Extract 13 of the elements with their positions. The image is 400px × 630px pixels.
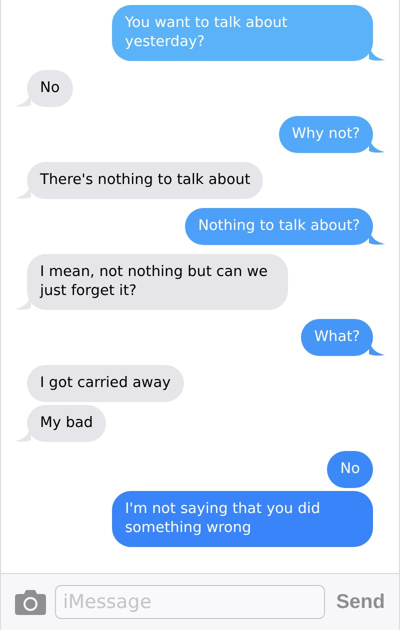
sent-message: Why not? — [278, 116, 373, 153]
received-message: No — [27, 70, 73, 107]
sent-message: What? — [301, 319, 373, 356]
sent-message: Nothing to talk about? — [185, 208, 373, 245]
sent-message: You want to talk about yesterday? — [112, 5, 373, 61]
sent-message: No — [327, 451, 373, 488]
received-message: My bad — [27, 405, 106, 442]
received-message: I got carried away — [27, 365, 184, 402]
received-message: I mean, not nothing but can we just forget it? — [27, 254, 288, 310]
send-button[interactable]: Send — [334, 590, 385, 614]
sent-message: I'm not saying that you did something wrong — [112, 491, 373, 547]
received-message: There's nothing to talk about — [27, 162, 264, 199]
camera-icon[interactable] — [15, 589, 46, 615]
